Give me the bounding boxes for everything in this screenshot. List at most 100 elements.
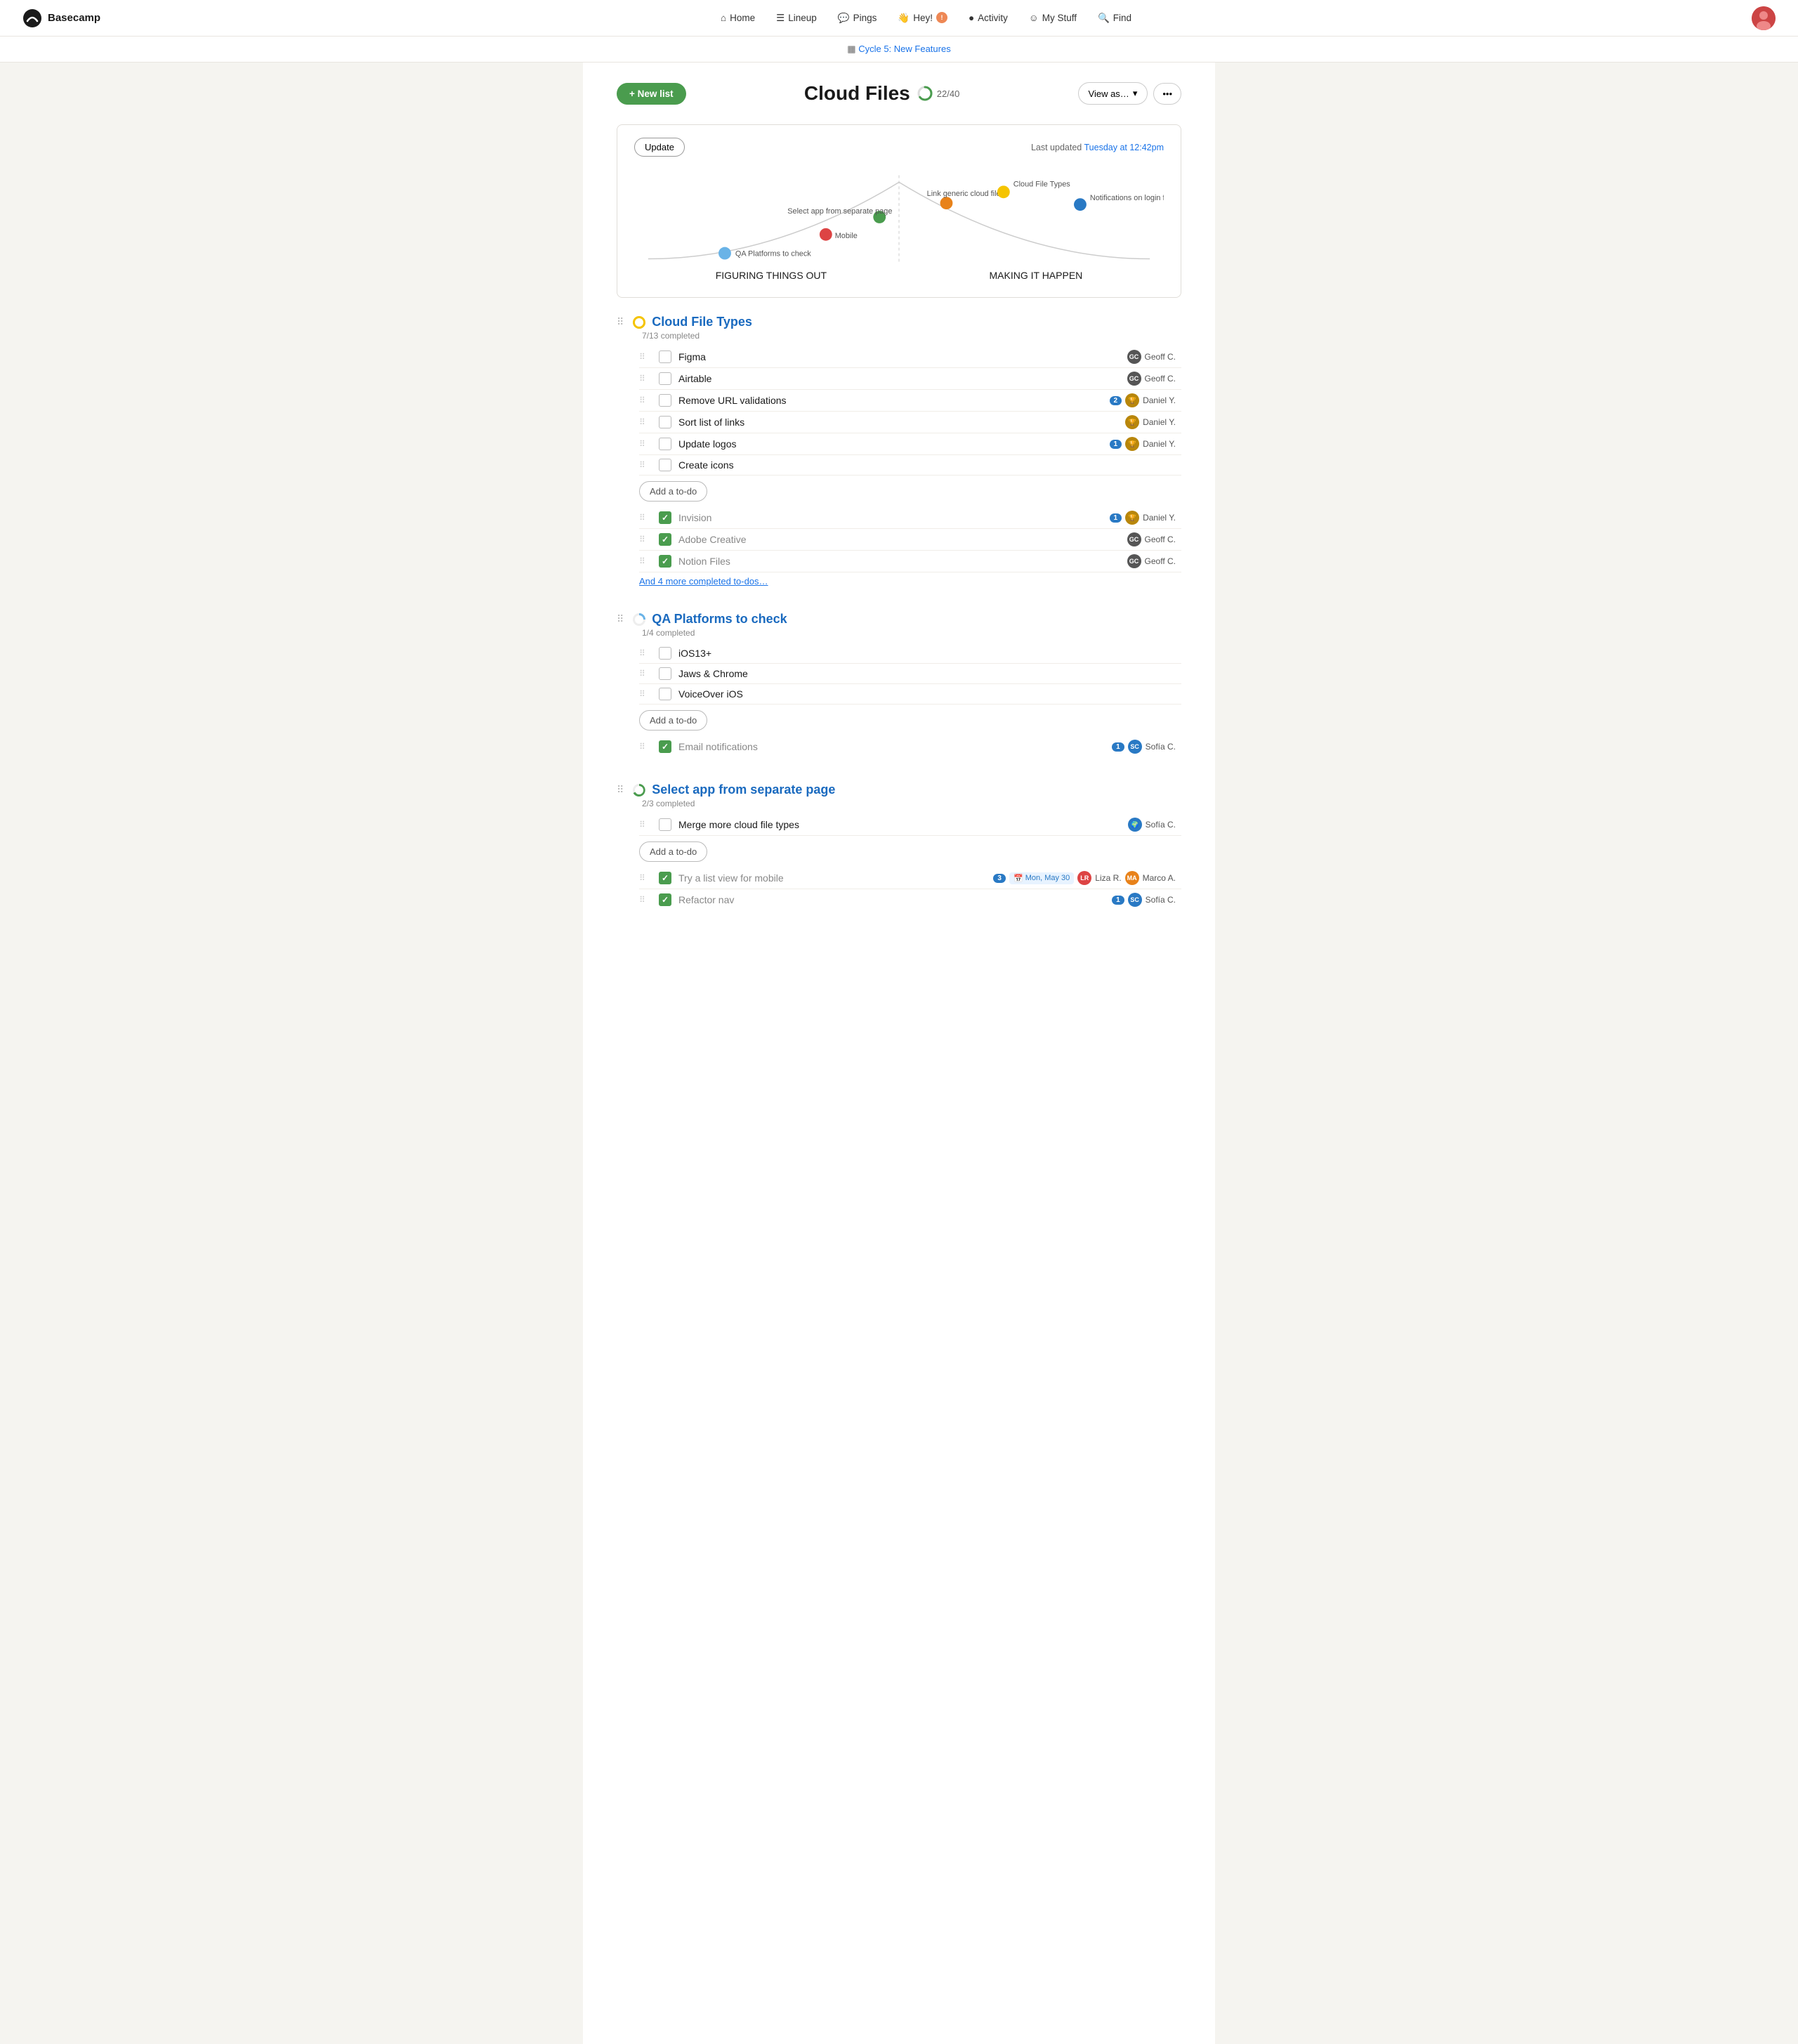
logo-text: Basecamp: [48, 12, 100, 24]
drag-handle-icon[interactable]: ⠿: [639, 460, 650, 470]
section-title-qa-platforms[interactable]: QA Platforms to check: [652, 612, 787, 627]
drag-handle-icon[interactable]: ⠿: [639, 417, 650, 427]
breadcrumb-link[interactable]: Cycle 5: New Features: [858, 44, 951, 54]
nav-pings[interactable]: 💬 Pings: [829, 8, 886, 28]
drag-handle-icon[interactable]: ⠿: [639, 742, 650, 752]
svg-text:Notifications on login from…: Notifications on login from…: [1090, 194, 1164, 202]
assignee-name: Sofía C.: [1146, 895, 1176, 905]
drag-handle-icon[interactable]: ⠿: [639, 535, 650, 544]
assignee-name: Geoff C.: [1145, 374, 1176, 384]
update-button[interactable]: Update: [634, 138, 685, 157]
hill-dot-mobile[interactable]: [820, 228, 832, 241]
drag-handle-icon[interactable]: ⠿: [639, 374, 650, 384]
todo-checkbox[interactable]: [659, 459, 671, 471]
todo-checkbox-checked[interactable]: [659, 511, 671, 524]
todo-checkbox-checked[interactable]: [659, 872, 671, 884]
todo-checkbox[interactable]: [659, 351, 671, 363]
todo-checkbox[interactable]: [659, 394, 671, 407]
todo-checkbox-checked[interactable]: [659, 555, 671, 568]
drag-handle-icon[interactable]: ⠿: [639, 895, 650, 905]
nav-home[interactable]: ⌂ Home: [712, 8, 763, 27]
nav-right: [1752, 6, 1776, 30]
new-list-button[interactable]: + New list: [617, 83, 686, 105]
todo-checkbox-checked[interactable]: [659, 740, 671, 753]
drag-handle-icon[interactable]: ⠿: [639, 439, 650, 449]
drag-handle-icon[interactable]: ⠿: [617, 613, 624, 625]
assignee-avatar: LR: [1077, 871, 1091, 885]
mystuff-icon: ☺: [1029, 13, 1039, 23]
nav-lineup[interactable]: ☰ Lineup: [768, 8, 825, 28]
drag-handle-icon[interactable]: ⠿: [639, 513, 650, 523]
nav-find[interactable]: 🔍 Find: [1089, 8, 1140, 28]
todo-meta: 🏆 Daniel Y.: [1125, 415, 1176, 429]
view-as-button[interactable]: View as… ▾: [1078, 82, 1148, 105]
todo-item-completed: ⠿ Notion Files GC Geoff C.: [639, 551, 1181, 572]
nav-activity[interactable]: ● Activity: [960, 8, 1016, 27]
todo-meta: GC Geoff C.: [1127, 532, 1176, 546]
todo-meta: 1 🏆 Daniel Y.: [1110, 437, 1176, 451]
assignee-avatar: GC: [1127, 350, 1141, 364]
todo-checkbox[interactable]: [659, 372, 671, 385]
section-cloud-file-types: ⠿ Cloud File Types 7/13 completed ⠿ Figm…: [617, 315, 1181, 587]
todo-label: Figma: [678, 351, 1120, 362]
todo-checkbox[interactable]: [659, 438, 671, 450]
drag-handle-icon[interactable]: ⠿: [617, 784, 624, 796]
assignee-name: Liza R.: [1095, 873, 1121, 883]
todo-item: ⠿ Merge more cloud file types 🌍 Sofía C.: [639, 814, 1181, 836]
comment-count-badge: 2: [1110, 396, 1122, 405]
figuring-label: FIGURING THINGS OUT: [716, 270, 827, 281]
hill-dot-qa[interactable]: [718, 247, 731, 260]
nav-hey[interactable]: 👋 Hey! !: [889, 8, 956, 28]
avatar-image: [1752, 6, 1776, 30]
drag-handle-icon[interactable]: ⠿: [639, 556, 650, 566]
drag-handle-icon[interactable]: ⠿: [639, 352, 650, 362]
drag-handle-icon[interactable]: ⠿: [639, 873, 650, 883]
drag-handle-icon[interactable]: ⠿: [639, 648, 650, 658]
todo-checkbox-checked[interactable]: [659, 893, 671, 906]
todo-checkbox[interactable]: [659, 647, 671, 660]
todo-checkbox[interactable]: [659, 667, 671, 680]
section-header: ⠿ QA Platforms to check: [617, 612, 1181, 627]
drag-handle-icon[interactable]: ⠿: [639, 395, 650, 405]
more-options-button[interactable]: •••: [1153, 83, 1181, 105]
drag-handle-icon[interactable]: ⠿: [639, 669, 650, 679]
hill-dot-notifications[interactable]: [1074, 198, 1087, 211]
todo-label-completed: Try a list view for mobile: [678, 872, 986, 884]
hill-chart-svg: QA Platforms to check Mobile Select app …: [634, 168, 1164, 266]
more-completed-link[interactable]: And 4 more completed to-dos…: [639, 576, 768, 587]
hey-notification-badge: !: [936, 12, 947, 23]
nav-mystuff[interactable]: ☺ My Stuff: [1021, 8, 1085, 27]
todo-item: ⠿ Airtable GC Geoff C.: [639, 368, 1181, 390]
todo-checkbox-checked[interactable]: [659, 533, 671, 546]
last-updated-link[interactable]: Tuesday at 12:42pm: [1084, 143, 1164, 152]
todo-checkbox[interactable]: [659, 818, 671, 831]
hill-dot-cloud[interactable]: [997, 185, 1010, 198]
add-todo-button[interactable]: Add a to-do: [639, 841, 707, 862]
assignee2-avatar: MA: [1125, 871, 1139, 885]
todo-meta: GC Geoff C.: [1127, 350, 1176, 364]
section-progress-text: 1/4 completed: [619, 628, 1181, 638]
assignee-avatar: 🏆: [1125, 437, 1139, 451]
todo-label-completed: Email notifications: [678, 741, 1105, 752]
section-title-select-app[interactable]: Select app from separate page: [652, 782, 835, 797]
assignee-name: Daniel Y.: [1143, 513, 1176, 523]
hill-chart-section: Update Last updated Tuesday at 12:42pm Q…: [617, 124, 1181, 298]
drag-handle-icon[interactable]: ⠿: [639, 820, 650, 830]
chevron-down-icon: ▾: [1133, 88, 1138, 99]
add-todo-button[interactable]: Add a to-do: [639, 710, 707, 731]
hill-dot-link[interactable]: [940, 197, 953, 209]
assignee-name: Sofía C.: [1146, 820, 1176, 830]
todo-checkbox[interactable]: [659, 688, 671, 700]
todo-label: iOS13+: [678, 648, 1176, 659]
todo-checkbox[interactable]: [659, 416, 671, 428]
drag-handle-icon[interactable]: ⠿: [617, 316, 624, 328]
drag-handle-icon[interactable]: ⠿: [639, 689, 650, 699]
todo-meta: 🌍 Sofía C.: [1128, 818, 1176, 832]
add-todo-button[interactable]: Add a to-do: [639, 481, 707, 502]
comment-count-badge: 1: [1110, 513, 1122, 523]
section-title-cloud-file-types[interactable]: Cloud File Types: [652, 315, 752, 329]
user-avatar[interactable]: [1752, 6, 1776, 30]
logo[interactable]: Basecamp: [22, 8, 100, 28]
progress-circle-icon: [917, 86, 933, 101]
assignee-avatar: 🏆: [1125, 415, 1139, 429]
